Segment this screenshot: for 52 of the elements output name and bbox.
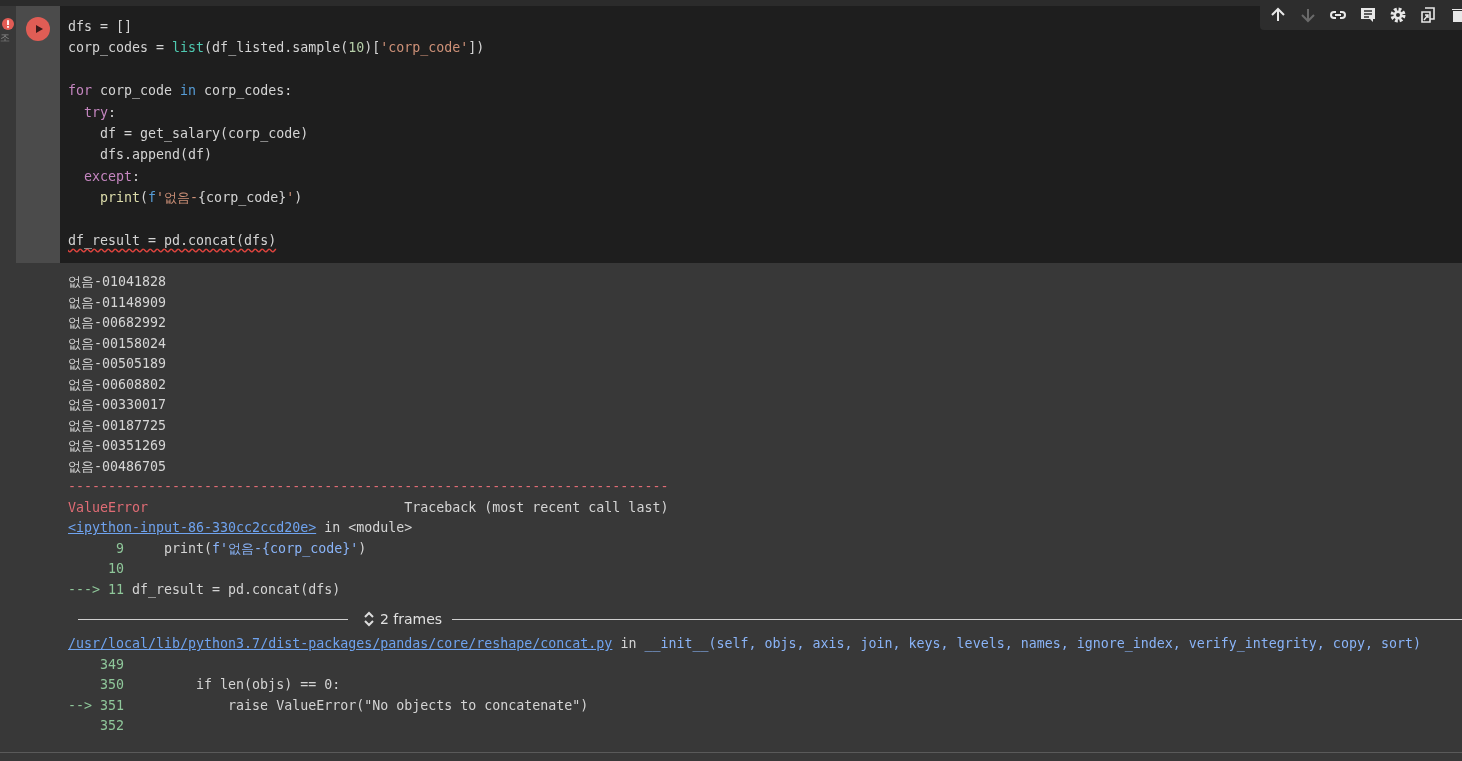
output-line: 없음-00187725: [68, 416, 167, 435]
output-line: 없음-00486705: [68, 457, 167, 476]
code-line: for corp_code in corp_codes:: [68, 83, 293, 99]
source-line: if len(objs) == 0:: [195, 676, 341, 694]
chevron-up-down-icon: [364, 611, 374, 627]
output-line: 없음-00330017: [68, 396, 167, 414]
frames-toggle[interactable]: 2 frames: [348, 611, 453, 627]
frame-location: in <module>: [323, 519, 413, 537]
down-icon: [1299, 6, 1317, 24]
line-number: 350: [100, 676, 125, 694]
output-line: 없음-00351269: [68, 437, 167, 455]
output-line: 없음-00682992: [68, 314, 167, 332]
output-line: 없음-00158024: [68, 334, 167, 353]
arrow-marker: -->: [68, 696, 93, 715]
output-line: 없음-00505189: [68, 355, 167, 373]
line-number: 349: [100, 655, 125, 674]
up-icon: [1269, 6, 1287, 24]
code-line: df_result = pd.concat(dfs): [68, 232, 277, 248]
code-line: corp_codes = list(df_listed.sample(10)['corp_code']): [68, 40, 485, 56]
output-line: 없음-00608802: [68, 375, 167, 394]
code-line: df = get_salary(corp_code): [99, 125, 309, 141]
file-link[interactable]: <ipython-input-86-330cc2ccd20e>: [68, 518, 317, 539]
mirror-icon: [1419, 6, 1437, 24]
traceback-rule: ---------------------------------------------------------------------------: [68, 478, 669, 496]
frame-call: __init__(self, objs, axis, join, keys, levels, names, ignore_index, verify_integrity, copy, sort): [644, 635, 1421, 654]
code-line: dfs.append(df): [99, 147, 213, 163]
output-line: 없음-01148909: [68, 293, 167, 312]
delete-icon: [1449, 6, 1462, 24]
output-line: 없음-01041828: [68, 273, 167, 291]
play-icon: [34, 24, 44, 34]
settings-icon: [1389, 6, 1407, 24]
line-number: 11: [108, 580, 125, 599]
line-number: 9: [116, 539, 125, 558]
line-number: 10: [108, 560, 125, 578]
line-number: 352: [100, 717, 125, 735]
arrow-marker: --->: [68, 580, 101, 599]
file-link[interactable]: /usr/local/lib/python3.7/dist-packages/pandas/core/reshape/concat.py: [68, 634, 613, 655]
frame-location: in: [619, 635, 638, 653]
code-line: print(f'없음-{corp_code}'): [99, 190, 303, 206]
code-line: dfs = []: [68, 19, 133, 34]
code-line: except:: [83, 168, 141, 184]
error-name: ValueError: [68, 498, 149, 517]
line-number: 351: [100, 696, 125, 715]
source-line: print(f'없음-{corp_code}'): [163, 539, 367, 559]
source-line: raise ValueError("No objects to concatenate"): [227, 696, 589, 715]
code-editor[interactable]: dfs = [] corp_codes = list(df_listed.sample(10)['corp_code']) for corp_code in corp_codes: try: df = get_salary(corp_code) dfs.append(df) except: print(f'없음-{corp_code}') df_result = pd.concat(dfs): [60, 6, 1462, 263]
source-line: df_result = pd.concat(dfs): [132, 580, 341, 600]
code-line: try:: [83, 104, 117, 120]
run-button[interactable]: [26, 17, 50, 41]
status-text: 조: [0, 31, 10, 45]
traceback-heading: Traceback (most recent call last): [404, 498, 669, 517]
comment-icon: [1359, 6, 1377, 24]
